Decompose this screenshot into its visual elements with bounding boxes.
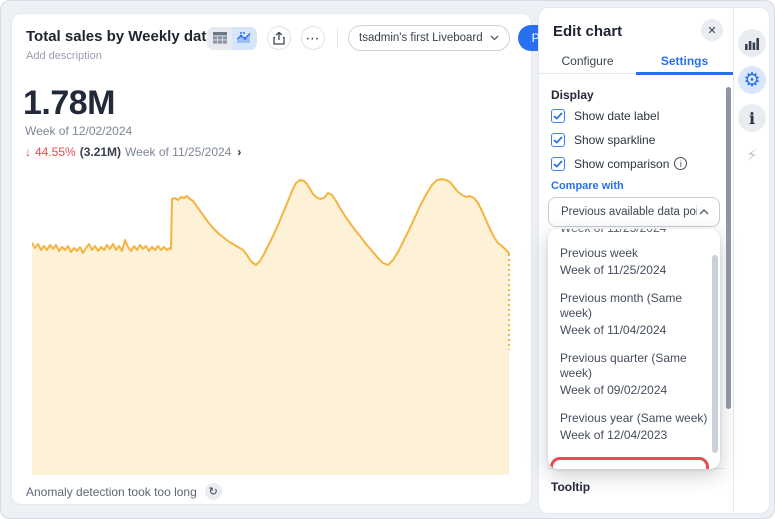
page-title: Total sales by Weekly date [26, 28, 215, 45]
compare-with-select[interactable]: Previous available data point [548, 197, 720, 227]
edit-chart-container: Edit chart ✕ ConfigureSettings Display S… [538, 7, 770, 514]
checkmark-icon [553, 112, 563, 120]
kpi-date-label: Week of 12/02/2024 [25, 124, 132, 138]
chevron-up-icon [699, 209, 709, 215]
retry-button[interactable]: ↻ [205, 483, 222, 500]
liveboard-selector[interactable]: tsadmin's first Liveboard [348, 25, 510, 51]
checkbox-row: Show comparisoni [551, 156, 687, 171]
sparkline-fill [32, 179, 509, 475]
display-heading: Display [551, 88, 594, 102]
checkbox-row: Show sparkline [551, 132, 687, 147]
rail-spotiq-button[interactable]: ⚡ [738, 141, 766, 169]
lightning-icon: ⚡ [747, 146, 758, 164]
chevron-right-icon: › [237, 145, 241, 159]
rail-info-button[interactable]: i [738, 104, 766, 132]
dropdown-option[interactable]: Previous year (Same week) Week of 12/04/… [548, 404, 720, 449]
sparkline-chart[interactable] [32, 167, 514, 475]
retry-icon: ↻ [209, 485, 218, 498]
anomaly-status-text: Anomaly detection took too long [26, 485, 197, 499]
edit-chart-panel: Edit chart ✕ ConfigureSettings Display S… [539, 8, 733, 513]
add-description-link[interactable]: Add description [26, 50, 102, 62]
checkbox-label: Show comparisoni [574, 157, 687, 171]
dropdown-option[interactable]: Previous quarter (Same week) Week of 09/… [548, 344, 720, 404]
checkbox[interactable] [551, 133, 565, 147]
area-chart-icon [237, 32, 252, 44]
icon-rail: ⚙ i ⚡ [733, 8, 770, 513]
compare-with-dropdown: Week of 11/25/2024 Previous week Week of… [548, 229, 720, 469]
close-icon: ✕ [707, 24, 716, 37]
comparison-period: Week of 11/25/2024 [125, 145, 231, 159]
panel-scrollbar[interactable] [726, 87, 731, 409]
table-view-button[interactable] [207, 27, 232, 50]
chart-toolbar: ⋯ tsadmin's first Liveboard Pin [207, 24, 563, 52]
dropdown-option[interactable]: Previous month (Same week) Week of 11/04… [548, 284, 720, 344]
info-icon[interactable]: i [674, 157, 687, 170]
select-value: Previous available data point [561, 206, 697, 218]
close-button[interactable]: ✕ [701, 19, 723, 41]
clipped-option: Week of 11/25/2024 [548, 229, 720, 239]
tooltip-heading: Tooltip [551, 480, 590, 494]
comparison-row[interactable]: ↓ 44.55% (3.21M) Week of 11/25/2024 › [25, 145, 241, 159]
kpi-value: 1.78M [23, 84, 115, 123]
compare-with-label[interactable]: Compare with [551, 180, 624, 192]
checkmark-icon [553, 136, 563, 144]
checkbox-label: Show date label [574, 109, 659, 123]
share-icon [273, 32, 285, 45]
tab-configure[interactable]: Configure [539, 50, 636, 73]
comparison-pct: 44.55% [35, 145, 76, 159]
annotation-highlight-box [550, 457, 709, 469]
checkbox[interactable] [551, 109, 565, 123]
dropdown-option[interactable]: Previous week Week of 11/25/2024 [548, 239, 720, 284]
dropdown-scrollbar[interactable] [712, 255, 718, 453]
checkbox[interactable] [551, 157, 565, 171]
checkmark-icon [553, 160, 563, 168]
info-icon: i [749, 109, 755, 128]
liveboard-selector-label: tsadmin's first Liveboard [359, 32, 483, 44]
anomaly-status: Anomaly detection took too long ↻ [26, 483, 222, 500]
tab-settings[interactable]: Settings [636, 50, 733, 73]
chevron-down-icon [490, 35, 499, 41]
checkbox-label: Show sparkline [574, 133, 655, 147]
ellipsis-icon: ⋯ [306, 33, 321, 43]
rail-settings-button[interactable]: ⚙ [738, 66, 766, 94]
view-toggle [207, 27, 257, 50]
kpi-card: Total sales by Weekly date Add descripti… [11, 13, 532, 505]
panel-title: Edit chart [553, 23, 622, 40]
dropdown-option[interactable]: Custom [548, 457, 720, 469]
chart-view-button[interactable] [232, 27, 257, 50]
display-checkboxes: Show date label Show sparkline Show comp… [551, 108, 687, 171]
gear-icon: ⚙ [743, 71, 760, 90]
more-options-button[interactable]: ⋯ [301, 26, 325, 50]
checkbox-row: Show date label [551, 108, 687, 123]
share-button[interactable] [267, 26, 291, 50]
rail-chart-button[interactable] [738, 29, 766, 57]
table-icon [213, 32, 227, 44]
panel-tabs: ConfigureSettings [539, 50, 733, 74]
toolbar-divider [337, 28, 338, 48]
app-window: Total sales by Weekly date Add descripti… [0, 0, 775, 519]
comparison-abs: (3.21M) [80, 145, 121, 159]
down-arrow-icon: ↓ [25, 145, 31, 159]
bar-chart-icon [745, 37, 759, 50]
